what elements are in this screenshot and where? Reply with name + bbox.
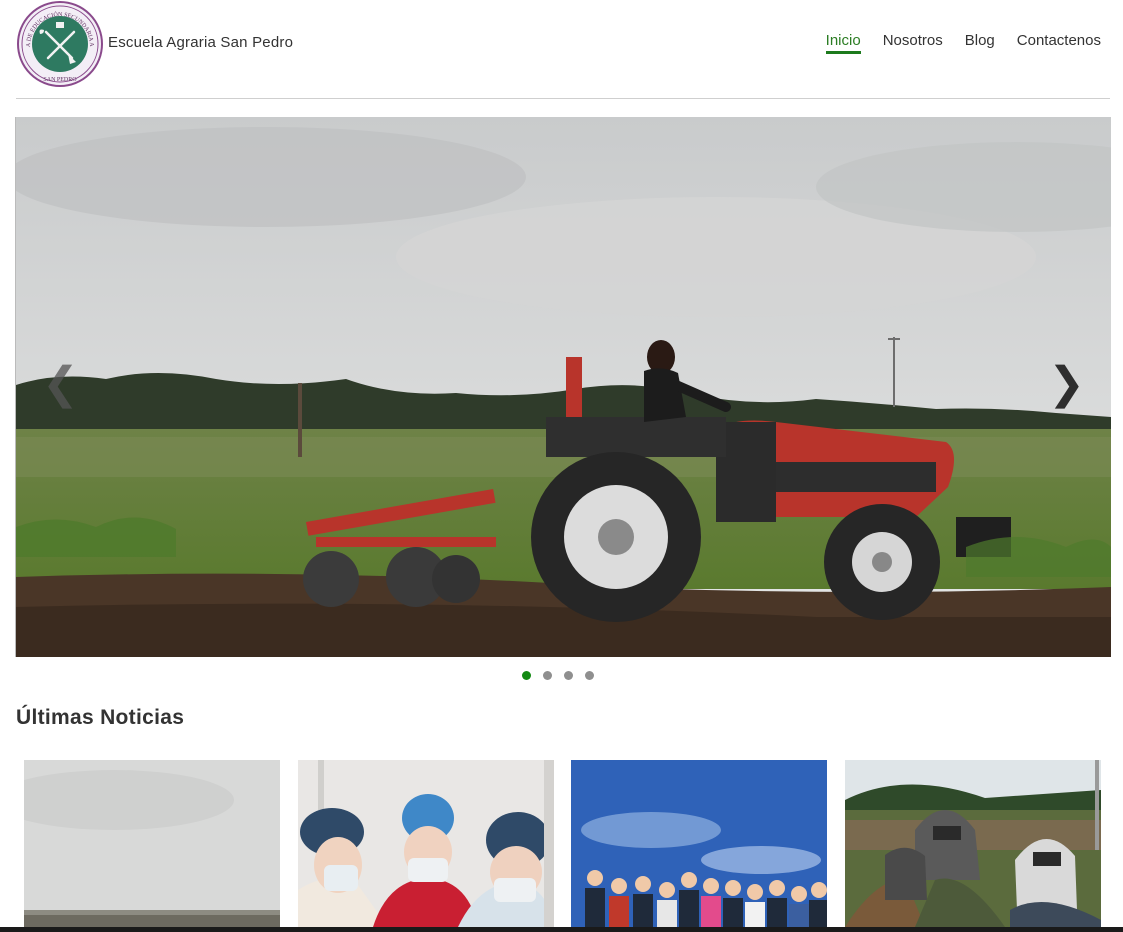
news-card-image[interactable] — [24, 760, 280, 927]
svg-text:SAN PEDRO: SAN PEDRO — [43, 77, 77, 83]
slide-image-tractor — [16, 117, 1111, 657]
news-card-image[interactable] — [571, 760, 827, 927]
carousel-dot-4[interactable] — [585, 671, 594, 680]
nav-item-nosotros[interactable]: Nosotros — [883, 32, 943, 54]
hero-carousel: ❮ ❯ — [15, 117, 1111, 657]
news-card-image[interactable] — [845, 760, 1101, 927]
site-header: ESCUELA DE EDUCACIÓN SECUNDARIA AGRARIA … — [14, 0, 1110, 99]
bottom-divider — [0, 927, 1123, 932]
news-section-title: Últimas Noticias — [16, 706, 185, 729]
carousel-dot-2[interactable] — [543, 671, 552, 680]
carousel-next-icon[interactable]: ❯ — [1048, 362, 1085, 406]
school-logo[interactable]: ESCUELA DE EDUCACIÓN SECUNDARIA AGRARIA … — [14, 0, 104, 88]
nav-item-blog[interactable]: Blog — [965, 32, 995, 54]
carousel-prev-icon[interactable]: ❮ — [42, 362, 79, 406]
carousel-dot-3[interactable] — [564, 671, 573, 680]
nav-item-contactenos[interactable]: Contactenos — [1017, 32, 1101, 54]
carousel-indicators — [522, 671, 594, 680]
site-name[interactable]: Escuela Agraria San Pedro — [108, 34, 293, 51]
main-nav: Inicio Nosotros Blog Contactenos — [825, 32, 1101, 54]
nav-item-inicio[interactable]: Inicio — [825, 32, 861, 54]
carousel-dot-1[interactable] — [522, 671, 531, 680]
news-card-image[interactable] — [298, 760, 554, 927]
